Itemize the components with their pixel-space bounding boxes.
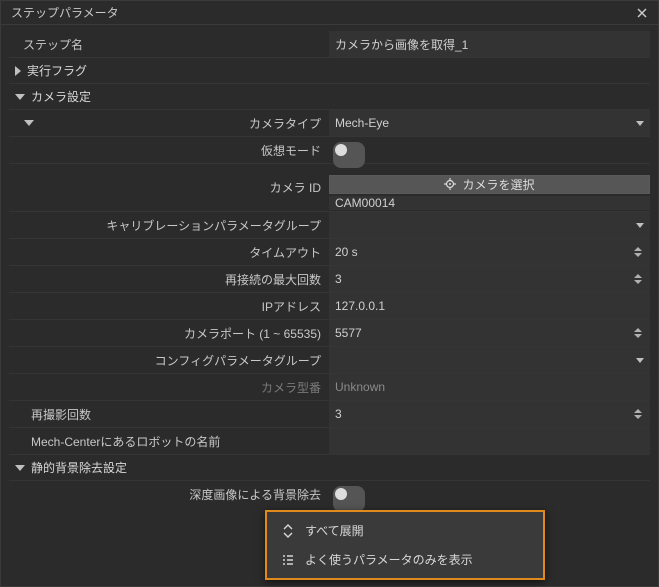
chevron-down-icon [15,465,25,471]
ip-label: IPアドレス [262,298,321,315]
config-group-combo[interactable] [329,347,650,373]
menu-show-common-label: よく使うパラメータのみを表示 [305,551,473,568]
camera-select-label: カメラを選択 [462,176,534,193]
close-icon[interactable] [634,5,650,21]
depth-removal-toggle[interactable] [333,486,365,512]
camera-id-input[interactable] [329,196,650,210]
row-reshoot: 再撮影回数 3 [9,401,650,428]
row-depth-removal: 深度画像による背景除去 [9,481,650,507]
virtual-mode-label: 仮想モード [261,142,321,159]
menu-show-common[interactable]: よく使うパラメータのみを表示 [267,545,543,574]
row-step-name: ステップ名 [9,31,650,58]
titlebar: ステップパラメータ [1,1,658,25]
camera-settings-label: カメラ設定 [31,88,91,105]
target-icon [444,178,456,190]
row-timeout: タイムアウト 20 s [9,239,650,266]
chevron-right-icon [15,66,21,76]
chevron-down-icon [636,358,644,363]
step-name-label: ステップ名 [9,36,83,53]
step-name-input[interactable] [329,31,650,57]
timeout-spin[interactable]: 20 s [329,239,650,265]
model-value: Unknown [329,374,650,400]
static-bg-label: 静的背景除去設定 [31,459,127,476]
chevron-down-icon [636,223,644,228]
reconnect-spin[interactable]: 3 [329,266,650,292]
reshoot-spin[interactable]: 3 [329,401,650,427]
config-group-label: コンフィグパラメータグループ [155,352,321,369]
port-label: カメラポート (1 ~ 65535) [184,325,321,342]
section-static-bg[interactable]: 静的背景除去設定 [9,455,650,481]
row-port: カメラポート (1 ~ 65535) 5577 [9,320,650,347]
camera-type-combo[interactable]: Mech-Eye [329,110,650,136]
virtual-mode-toggle[interactable] [333,142,365,168]
row-robot-name: Mech-Centerにあるロボットの名前 [9,428,650,455]
reconnect-value: 3 [335,272,342,286]
port-spin[interactable]: 5577 [329,320,650,346]
model-label: カメラ型番 [261,379,321,396]
row-model: カメラ型番 Unknown [9,374,650,401]
section-exec-flag[interactable]: 実行フラグ [9,58,650,84]
calib-group-combo[interactable] [329,212,650,238]
reconnect-label: 再接続の最大回数 [225,271,321,288]
panel-title: ステップパラメータ [11,4,119,21]
chevron-down-icon [636,121,644,126]
row-camera-type: カメラタイプ Mech-Eye [9,110,650,137]
camera-type-label: カメラタイプ [49,115,321,132]
exec-flag-label: 実行フラグ [27,62,87,79]
reshoot-label: 再撮影回数 [31,406,91,423]
robot-name-label: Mech-Centerにあるロボットの名前 [31,433,220,450]
depth-removal-label: 深度画像による背景除去 [189,486,321,503]
row-camera-id: カメラ ID カメラを選択 [9,164,650,212]
robot-name-input[interactable] [329,428,650,454]
row-config-group: コンフィグパラメータグループ [9,347,650,374]
menu-expand-all[interactable]: すべて展開 [267,516,543,545]
timeout-value: 20 s [335,245,358,259]
calib-group-label: キャリブレーションパラメータグループ [106,217,321,234]
row-virtual-mode: 仮想モード [9,137,650,164]
camera-select-button[interactable]: カメラを選択 [329,175,650,194]
camera-id-label: カメラ ID [270,179,321,196]
reshoot-value: 3 [335,407,342,421]
chevron-down-icon [15,94,25,100]
context-menu: すべて展開 よく使うパラメータのみを表示 [265,510,545,580]
row-calib-group: キャリブレーションパラメータグループ [9,212,650,239]
expand-icon [281,524,295,538]
section-camera-settings[interactable]: カメラ設定 [9,84,650,110]
ip-input[interactable] [329,293,650,319]
list-icon [281,553,295,567]
camera-type-value: Mech-Eye [335,116,389,130]
chevron-down-icon[interactable] [24,120,34,126]
menu-expand-all-label: すべて展開 [305,522,364,539]
port-value: 5577 [335,326,362,340]
timeout-label: タイムアウト [249,244,321,261]
row-ip: IPアドレス [9,293,650,320]
row-reconnect: 再接続の最大回数 3 [9,266,650,293]
